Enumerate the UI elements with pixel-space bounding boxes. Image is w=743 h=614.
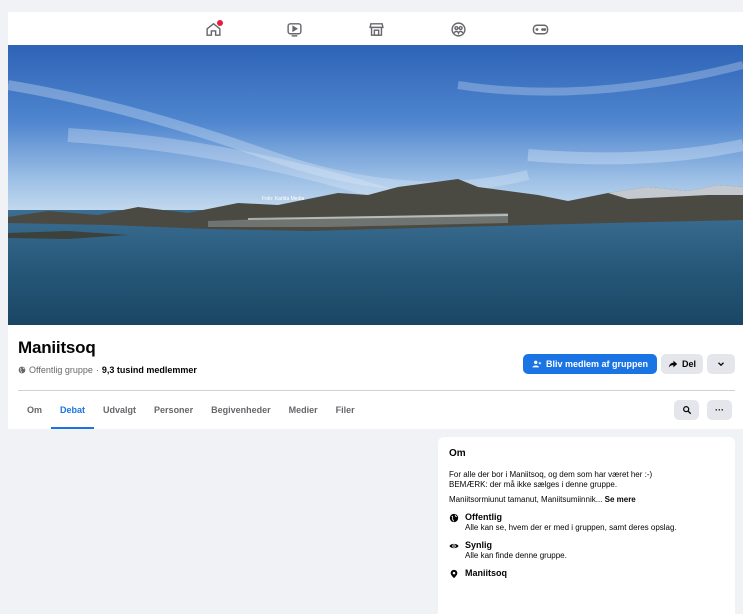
about-visible-row: Synlig Alle kan finde denne gruppe.	[449, 540, 724, 561]
visible-description: Alle kan finde denne gruppe.	[465, 551, 567, 560]
visible-title: Synlig	[465, 540, 493, 550]
share-button[interactable]: Del	[661, 354, 703, 374]
member-count[interactable]: 9,3 tusind medlemmer	[102, 365, 197, 375]
about-card: Om For alle der bor i Maniitsoq, og dem …	[438, 437, 735, 614]
share-icon	[668, 360, 678, 368]
about-description-line1: For alle der bor i Maniitsoq, og dem som…	[449, 470, 653, 479]
eye-icon	[449, 543, 459, 549]
about-description-line2: BEMÆRK: der må ikke sælges i denne grupp…	[449, 480, 618, 489]
cover-credit: Foto: Karlda Media	[262, 196, 305, 202]
join-group-label: Bliv medlem af gruppen	[545, 359, 649, 369]
globe-icon	[449, 513, 459, 523]
share-label: Del	[681, 359, 696, 369]
join-group-button[interactable]: Bliv medlem af gruppen	[523, 354, 657, 374]
marketplace-icon[interactable]	[365, 18, 387, 40]
meta-separator: ·	[95, 365, 99, 375]
about-description-greenlandic-text: Maniitsormiunut tamanut, Maniitsumiinnik…	[449, 495, 605, 504]
public-description: Alle kan se, hvem der er med i gruppen, …	[465, 523, 677, 532]
tab-medier[interactable]: Medier	[280, 391, 327, 429]
tab-om[interactable]: Om	[18, 391, 51, 429]
top-navigation	[8, 12, 743, 45]
public-title: Offentlig	[465, 512, 502, 522]
video-icon[interactable]	[283, 18, 305, 40]
tab-debat[interactable]: Debat	[51, 391, 95, 429]
groups-icon[interactable]	[447, 18, 469, 40]
see-more-link[interactable]: Se mere	[605, 495, 636, 504]
group-tabs: Om Debat Udvalgt Personer Begivenheder M…	[18, 391, 364, 429]
globe-icon	[18, 366, 26, 374]
join-group-icon	[532, 360, 542, 368]
about-location-row: Maniitsoq	[449, 568, 724, 579]
gaming-icon[interactable]	[529, 18, 551, 40]
about-description-greenlandic: Maniitsormiunut tamanut, Maniitsumiinnik…	[449, 495, 724, 505]
chevron-down-icon	[718, 362, 724, 367]
more-dots-icon: ···	[715, 405, 724, 415]
tab-personer[interactable]: Personer	[145, 391, 202, 429]
cover-photo[interactable]: Foto: Karlda Media	[8, 45, 743, 325]
about-description: For alle der bor i Maniitsoq, og dem som…	[449, 470, 724, 490]
about-public-row: Offentlig Alle kan se, hvem der er med i…	[449, 512, 724, 533]
notification-dot	[217, 20, 223, 26]
group-privacy: Offentlig gruppe	[29, 365, 93, 375]
group-header: Maniitsoq Offentlig gruppe · 9,3 tusind …	[8, 325, 743, 429]
tab-begivenheder[interactable]: Begivenheder	[202, 391, 280, 429]
about-title: Om	[449, 448, 466, 459]
search-group-button[interactable]	[674, 400, 699, 420]
tab-filer[interactable]: Filer	[327, 391, 364, 429]
group-meta: Offentlig gruppe · 9,3 tusind medlemmer	[18, 365, 197, 375]
tab-more-button[interactable]: ···	[707, 400, 732, 420]
group-title[interactable]: Maniitsoq	[18, 338, 96, 358]
home-icon[interactable]	[202, 18, 224, 40]
more-options-button[interactable]	[707, 354, 735, 374]
tab-udvalgt[interactable]: Udvalgt	[94, 391, 145, 429]
location-pin-icon	[450, 569, 458, 579]
search-icon	[682, 406, 691, 415]
location-name[interactable]: Maniitsoq	[465, 568, 507, 579]
